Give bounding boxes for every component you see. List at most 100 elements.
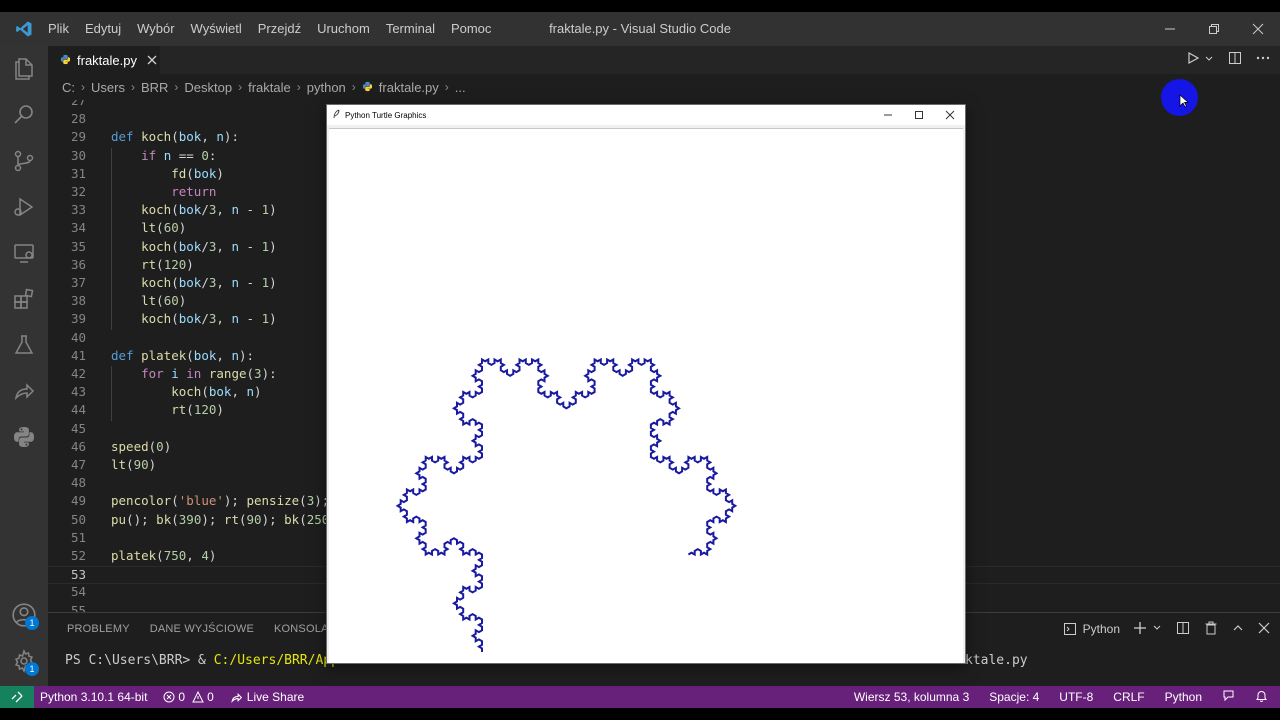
- breadcrumb-separator: ›: [444, 80, 449, 94]
- panel-tab-1[interactable]: DANE WYJŚCIOWE: [150, 623, 254, 635]
- tab-label: fraktale.py: [77, 52, 137, 68]
- split-terminal-icon[interactable]: [1176, 621, 1190, 638]
- menu-bar: Plik Edytuj Wybór Wyświetl Przejdź Uruchom Ter…: [48, 12, 499, 46]
- trash-icon[interactable]: [1204, 621, 1218, 638]
- close-panel-icon[interactable]: [1258, 622, 1270, 637]
- menu-item-3[interactable]: Wyświetl: [183, 12, 250, 46]
- account-icon[interactable]: 1: [0, 592, 48, 638]
- breadcrumb-item[interactable]: Users: [91, 80, 125, 95]
- warning-icon: [192, 691, 204, 703]
- python-icon[interactable]: [0, 414, 48, 460]
- turtle-window-title: Python Turtle Graphics: [345, 110, 427, 120]
- activity-bar: 1 1: [0, 46, 48, 686]
- settings-gear-icon[interactable]: 1: [0, 638, 48, 684]
- tab-close-icon[interactable]: [147, 53, 157, 68]
- menu-item-6[interactable]: Terminal: [378, 12, 443, 46]
- language-mode[interactable]: Python: [1165, 690, 1202, 704]
- title-bar: Plik Edytuj Wybór Wyświetl Przejdź Uruchom Ter…: [0, 12, 1280, 46]
- breadcrumb-item[interactable]: Desktop: [184, 80, 232, 95]
- line-number: 28: [70, 111, 86, 127]
- error-count: 0: [178, 690, 186, 704]
- code-text: koch(bok/3, n - 1): [141, 202, 277, 218]
- cursor-position[interactable]: Wiersz 53, kolumna 3: [854, 690, 969, 704]
- liveshare-status[interactable]: Live Share: [230, 690, 304, 704]
- run-debug-icon[interactable]: [0, 184, 48, 230]
- maximize-icon[interactable]: [903, 105, 934, 125]
- breadcrumb-item[interactable]: BRR: [141, 80, 168, 95]
- terminal-profile[interactable]: Python: [1063, 622, 1120, 636]
- explorer-icon[interactable]: [0, 46, 48, 92]
- tab-fraktale[interactable]: fraktale.py: [48, 46, 160, 74]
- problems-indicator[interactable]: 0 0: [163, 690, 214, 704]
- python-interpreter[interactable]: Python 3.10.1 64-bit: [40, 690, 147, 704]
- remote-explorer-icon[interactable]: [0, 230, 48, 276]
- menu-item-1[interactable]: Edytuj: [77, 12, 129, 46]
- code-text: koch(bok, n): [171, 384, 262, 400]
- code-text: return: [171, 184, 217, 199]
- python-file-icon: [362, 80, 373, 95]
- breadcrumb-separator: ›: [174, 80, 179, 94]
- line-number: 46: [70, 438, 86, 454]
- breadcrumb-item[interactable]: ...: [455, 80, 466, 95]
- line-number: 44: [70, 402, 86, 418]
- breadcrumb-separator: ›: [130, 80, 135, 94]
- terminal-output[interactable]: PS C:\Users\BRR> & C:/Users/BRR/App ktale…: [65, 653, 1028, 668]
- line-number: 48: [70, 475, 86, 491]
- code-text: lt(60): [141, 220, 187, 236]
- testing-icon[interactable]: [0, 322, 48, 368]
- live-share-icon[interactable]: [0, 368, 48, 414]
- line-number: 53: [70, 567, 86, 583]
- feather-icon: [333, 109, 341, 121]
- turtle-canvas[interactable]: [329, 128, 963, 663]
- close-icon[interactable]: [934, 105, 965, 125]
- remote-icon[interactable]: [0, 686, 34, 708]
- code-text: pencolor('blue'); pensize(3);: [111, 493, 330, 509]
- terminal-prompt: PS C:\Users\BRR> &: [65, 653, 214, 668]
- vscode-window: Plik Edytuj Wybór Wyświetl Przejdź Uruchom Ter…: [0, 0, 1280, 720]
- line-number: 55: [70, 602, 86, 612]
- line-number: 37: [70, 275, 86, 290]
- line-number: 40: [70, 329, 86, 345]
- line-number: 42: [70, 366, 86, 381]
- video-bottom-border: [0, 708, 1280, 720]
- panel-tab-0[interactable]: PROBLEMY: [67, 623, 130, 635]
- line-number: 43: [70, 384, 86, 400]
- encoding[interactable]: UTF-8: [1059, 690, 1093, 704]
- end-of-line[interactable]: CRLF: [1113, 690, 1144, 704]
- python-file-icon: [60, 53, 71, 68]
- bell-icon[interactable]: [1255, 689, 1268, 705]
- menu-item-0[interactable]: Plik: [48, 12, 77, 46]
- liveshare-label: Live Share: [246, 690, 305, 704]
- minimize-icon[interactable]: [1148, 12, 1192, 46]
- extensions-icon[interactable]: [0, 276, 48, 322]
- breadcrumb-item[interactable]: python: [307, 80, 346, 95]
- breadcrumb-item[interactable]: C:: [62, 80, 75, 95]
- menu-item-4[interactable]: Przejdź: [250, 12, 309, 46]
- breadcrumb-item[interactable]: fraktale: [248, 80, 291, 95]
- chevron-down-icon[interactable]: [1152, 622, 1162, 636]
- chevron-down-icon[interactable]: [1204, 51, 1214, 69]
- plus-icon[interactable]: [1134, 621, 1146, 637]
- breadcrumb-item[interactable]: fraktale.py: [379, 80, 439, 95]
- split-editor-icon[interactable]: [1228, 51, 1242, 70]
- turtle-title-bar[interactable]: Python Turtle Graphics: [327, 105, 965, 125]
- close-icon[interactable]: [1236, 12, 1280, 46]
- run-icon[interactable]: [1186, 51, 1200, 70]
- feedback-icon[interactable]: [1222, 689, 1235, 705]
- source-control-icon[interactable]: [0, 138, 48, 184]
- breadcrumb: C: › Users › BRR › Desktop › fraktale › python › fra…: [48, 74, 1280, 100]
- indentation[interactable]: Spacje: 4: [989, 690, 1039, 704]
- restore-icon[interactable]: [1192, 12, 1236, 46]
- menu-item-7[interactable]: Pomoc: [443, 12, 499, 46]
- minimize-icon[interactable]: [872, 105, 903, 125]
- more-icon[interactable]: [1256, 51, 1270, 70]
- turtle-graphics-window: Python Turtle Graphics: [326, 104, 966, 664]
- code-text: speed(0): [111, 438, 172, 454]
- line-number: 54: [70, 584, 86, 600]
- code-text: pu(); bk(390); rt(90); bk(250: [111, 511, 330, 527]
- chevron-up-icon[interactable]: [1232, 622, 1244, 637]
- menu-item-5[interactable]: Uruchom: [309, 12, 378, 46]
- search-icon[interactable]: [0, 92, 48, 138]
- editor-actions: [1186, 46, 1270, 74]
- menu-item-2[interactable]: Wybór: [129, 12, 182, 46]
